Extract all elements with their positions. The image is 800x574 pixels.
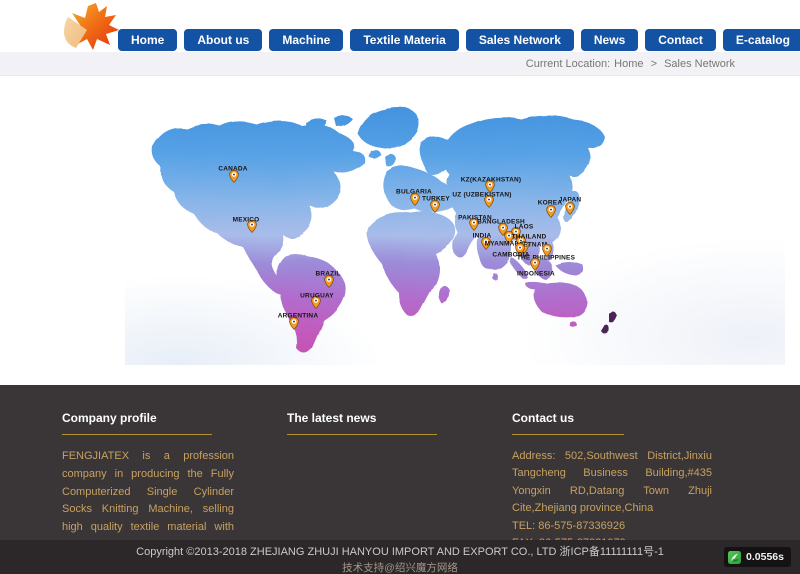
- page: Home About us Machine Textile Materia Sa…: [0, 0, 800, 574]
- map-marker-label: ARGENTINA: [278, 313, 318, 320]
- footer-news-title: The latest news: [287, 411, 459, 425]
- gold-divider: [512, 434, 624, 435]
- map-pin-icon: [565, 202, 575, 215]
- map-marker-label: URUGUAY: [300, 293, 334, 300]
- copyright-text: Copyright ©2013-2018 ZHEJIANG ZHUJI HANY…: [0, 543, 800, 559]
- nav-home[interactable]: Home: [118, 29, 177, 51]
- nav-textile-material[interactable]: Textile Materia: [350, 29, 458, 51]
- map-marker-label: BULGARIA: [396, 189, 432, 196]
- map-markers-layer: CANADA MEXICO BRAZIL URUGUAY ARGENTINA BULGAR…: [125, 95, 785, 365]
- gold-divider: [287, 434, 437, 435]
- header: Home About us Machine Textile Materia Sa…: [0, 0, 800, 52]
- map-marker-label: JAPAN: [559, 197, 582, 204]
- map-marker-label: INDONESIA: [517, 271, 555, 278]
- nav-news[interactable]: News: [581, 29, 638, 51]
- load-time-value: 0.0556s: [746, 551, 784, 563]
- map-marker-label: THE PHILIPPINES: [517, 255, 575, 262]
- world-map-image: CANADA MEXICO BRAZIL URUGUAY ARGENTINA BULGAR…: [125, 95, 785, 365]
- footer-company-title: Company profile: [62, 411, 234, 425]
- main-nav: Home About us Machine Textile Materia Sa…: [118, 29, 800, 51]
- footer-contact-title: Contact us: [512, 411, 712, 425]
- map-pin-icon: [546, 205, 556, 218]
- breadcrumb-prefix: Current Location:: [526, 58, 610, 70]
- map-marker-label: UZ (UZBEKISTAN): [452, 192, 511, 199]
- nav-about-us[interactable]: About us: [184, 29, 262, 51]
- map-marker-label: KZ(KAZAKHSTAN): [461, 177, 521, 184]
- map-marker-label: INDIA: [473, 233, 492, 240]
- contact-tel: TEL: 86-575-87336926: [512, 518, 712, 535]
- contact-address: Address: 502,Southwest District,Jinxiu T…: [512, 448, 712, 518]
- map-marker-label: CANADA: [218, 166, 247, 173]
- breadcrumb-bar: Current Location: Home > Sales Network: [0, 52, 800, 76]
- map-marker-label: BRAZIL: [315, 271, 340, 278]
- breadcrumb: Current Location: Home > Sales Network: [524, 52, 737, 76]
- thinkphp-green-icon: [728, 551, 741, 564]
- footer: Company profile FENGJIATEX is a professi…: [0, 385, 800, 540]
- company-logo-maple-leaf-icon: [56, 1, 122, 51]
- map-marker-label: TURKEY: [422, 196, 450, 203]
- nav-contact[interactable]: Contact: [645, 29, 716, 51]
- breadcrumb-home-link[interactable]: Home: [614, 58, 643, 70]
- breadcrumb-separator: >: [651, 58, 657, 70]
- nav-sales-network[interactable]: Sales Network: [466, 29, 574, 51]
- gold-divider: [62, 434, 212, 435]
- copyright-bar: Copyright ©2013-2018 ZHEJIANG ZHUJI HANY…: [0, 540, 800, 574]
- nav-e-catalog[interactable]: E-catalog: [723, 29, 800, 51]
- map-pin-icon: [530, 258, 540, 271]
- breadcrumb-current: Sales Network: [664, 58, 735, 70]
- nav-machine[interactable]: Machine: [269, 29, 343, 51]
- map-marker-label: LAOS: [515, 224, 534, 231]
- load-time-badge: 0.0556s: [724, 547, 791, 567]
- support-text: 技术支持@绍兴魔方网络: [0, 560, 800, 574]
- footer-latest-news: The latest news: [287, 411, 459, 448]
- main-content: CANADA MEXICO BRAZIL URUGUAY ARGENTINA BULGAR…: [0, 76, 800, 385]
- map-marker-label: MEXICO: [233, 217, 260, 224]
- map-marker-label: THAILAND: [512, 234, 547, 241]
